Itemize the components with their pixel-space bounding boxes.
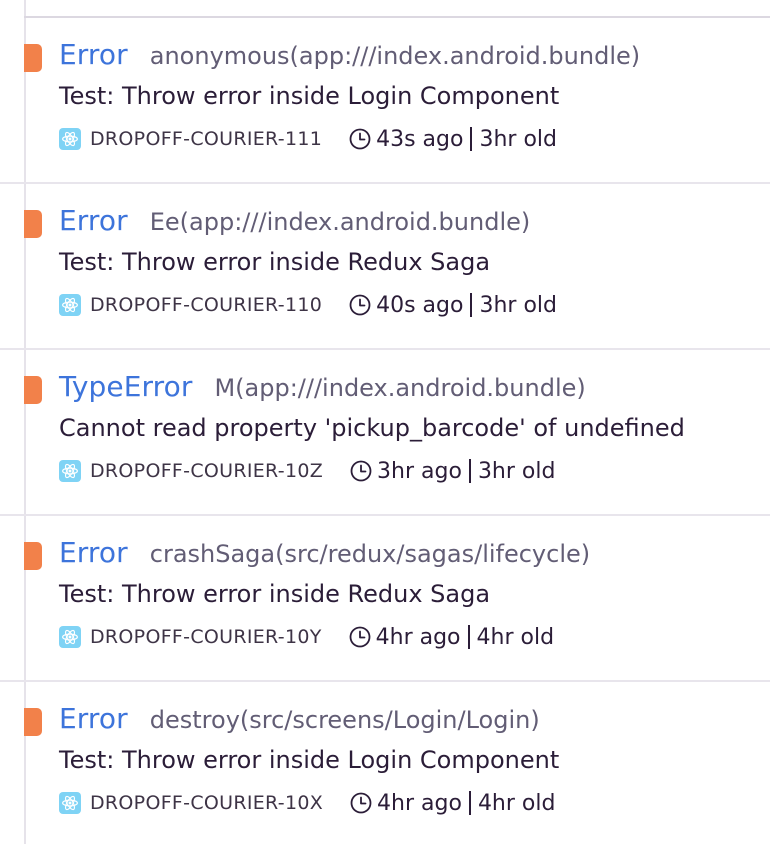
issue-meta: DROPOFF-COURIER-111 43s ago 3hr old [59,124,557,154]
level-indicator-error [24,210,42,238]
issue-message: Cannot read property 'pickup_barcode' of… [59,414,685,442]
issue-row[interactable]: TypeError M(app:///index.android.bundle)… [0,350,770,516]
issue-culprit: destroy(src/screens/Login/Login) [149,706,540,734]
issue-meta: DROPOFF-COURIER-110 40s ago 3hr old [59,290,557,320]
issue-title[interactable]: TypeError M(app:///index.android.bundle) [59,370,586,403]
clock-icon [348,127,372,151]
issue-title[interactable]: Error destroy(src/screens/Login/Login) [59,702,540,735]
issue-short-id[interactable]: DROPOFF-COURIER-10Y [90,626,322,648]
meta-separator [467,625,470,649]
level-indicator-error [24,44,42,72]
issue-short-id[interactable]: DROPOFF-COURIER-111 [90,128,322,150]
issue-meta: DROPOFF-COURIER-10Y 4hr ago 4hr old [59,622,554,652]
issue-type-link[interactable]: Error [59,536,128,569]
issue-culprit: M(app:///index.android.bundle) [214,374,586,402]
clock-icon [348,293,372,317]
react-icon [59,792,81,814]
issue-message: Test: Throw error inside Login Component [59,82,560,110]
issue-culprit: crashSaga(src/redux/sagas/lifecycle) [149,540,591,568]
issue-message: Test: Throw error inside Redux Saga [59,580,491,608]
clock-icon [348,625,372,649]
last-seen-time: 43s ago [376,126,464,152]
last-seen-time: 4hr ago [377,790,462,816]
level-indicator-error [24,708,42,736]
issue-title[interactable]: Error anonymous(app:///index.android.bun… [59,38,640,71]
issue-short-id[interactable]: DROPOFF-COURIER-110 [90,294,322,316]
meta-separator [468,791,471,815]
issue-row[interactable]: Error destroy(src/screens/Login/Login) T… [0,682,770,844]
issue-stream-panel: Error anonymous(app:///index.android.bun… [0,0,770,844]
issue-culprit: anonymous(app:///index.android.bundle) [149,42,641,70]
issue-type-link[interactable]: Error [59,38,128,71]
issue-row[interactable]: Error crashSaga(src/redux/sagas/lifecycl… [0,516,770,682]
issue-row[interactable]: Error anonymous(app:///index.android.bun… [0,18,770,184]
react-icon [59,626,81,648]
first-seen-age: 3hr old [479,292,557,318]
issue-list: Error anonymous(app:///index.android.bun… [0,18,770,844]
first-seen-age: 4hr old [477,790,556,816]
react-icon [59,128,81,150]
last-seen-time: 3hr ago [377,458,462,484]
meta-separator [470,127,473,151]
clock-icon [349,459,373,483]
issue-type-link[interactable]: Error [59,204,128,237]
issue-title[interactable]: Error crashSaga(src/redux/sagas/lifecycl… [59,536,590,569]
issue-short-id[interactable]: DROPOFF-COURIER-10X [90,792,323,814]
first-seen-age: 3hr old [477,458,556,484]
react-icon [59,460,81,482]
issue-type-link[interactable]: TypeError [59,370,192,403]
react-icon [59,294,81,316]
issue-row[interactable]: Error Ee(app:///index.android.bundle) Te… [0,184,770,350]
issue-meta: DROPOFF-COURIER-10Z 3hr ago 3hr old [59,456,555,486]
issue-message: Test: Throw error inside Login Component [59,746,560,774]
meta-separator [468,459,471,483]
issue-meta: DROPOFF-COURIER-10X 4hr ago 4hr old [59,788,555,818]
level-indicator-error [24,542,42,570]
issue-message: Test: Throw error inside Redux Saga [59,248,491,276]
last-seen-time: 40s ago [376,292,464,318]
level-indicator-error [24,376,42,404]
issue-title[interactable]: Error Ee(app:///index.android.bundle) [59,204,530,237]
issue-short-id[interactable]: DROPOFF-COURIER-10Z [90,460,323,482]
meta-separator [470,293,473,317]
first-seen-age: 4hr old [476,624,555,650]
clock-icon [349,791,373,815]
issue-culprit: Ee(app:///index.android.bundle) [149,208,531,236]
issue-type-link[interactable]: Error [59,702,128,735]
first-seen-age: 3hr old [479,126,557,152]
last-seen-time: 4hr ago [375,624,461,650]
